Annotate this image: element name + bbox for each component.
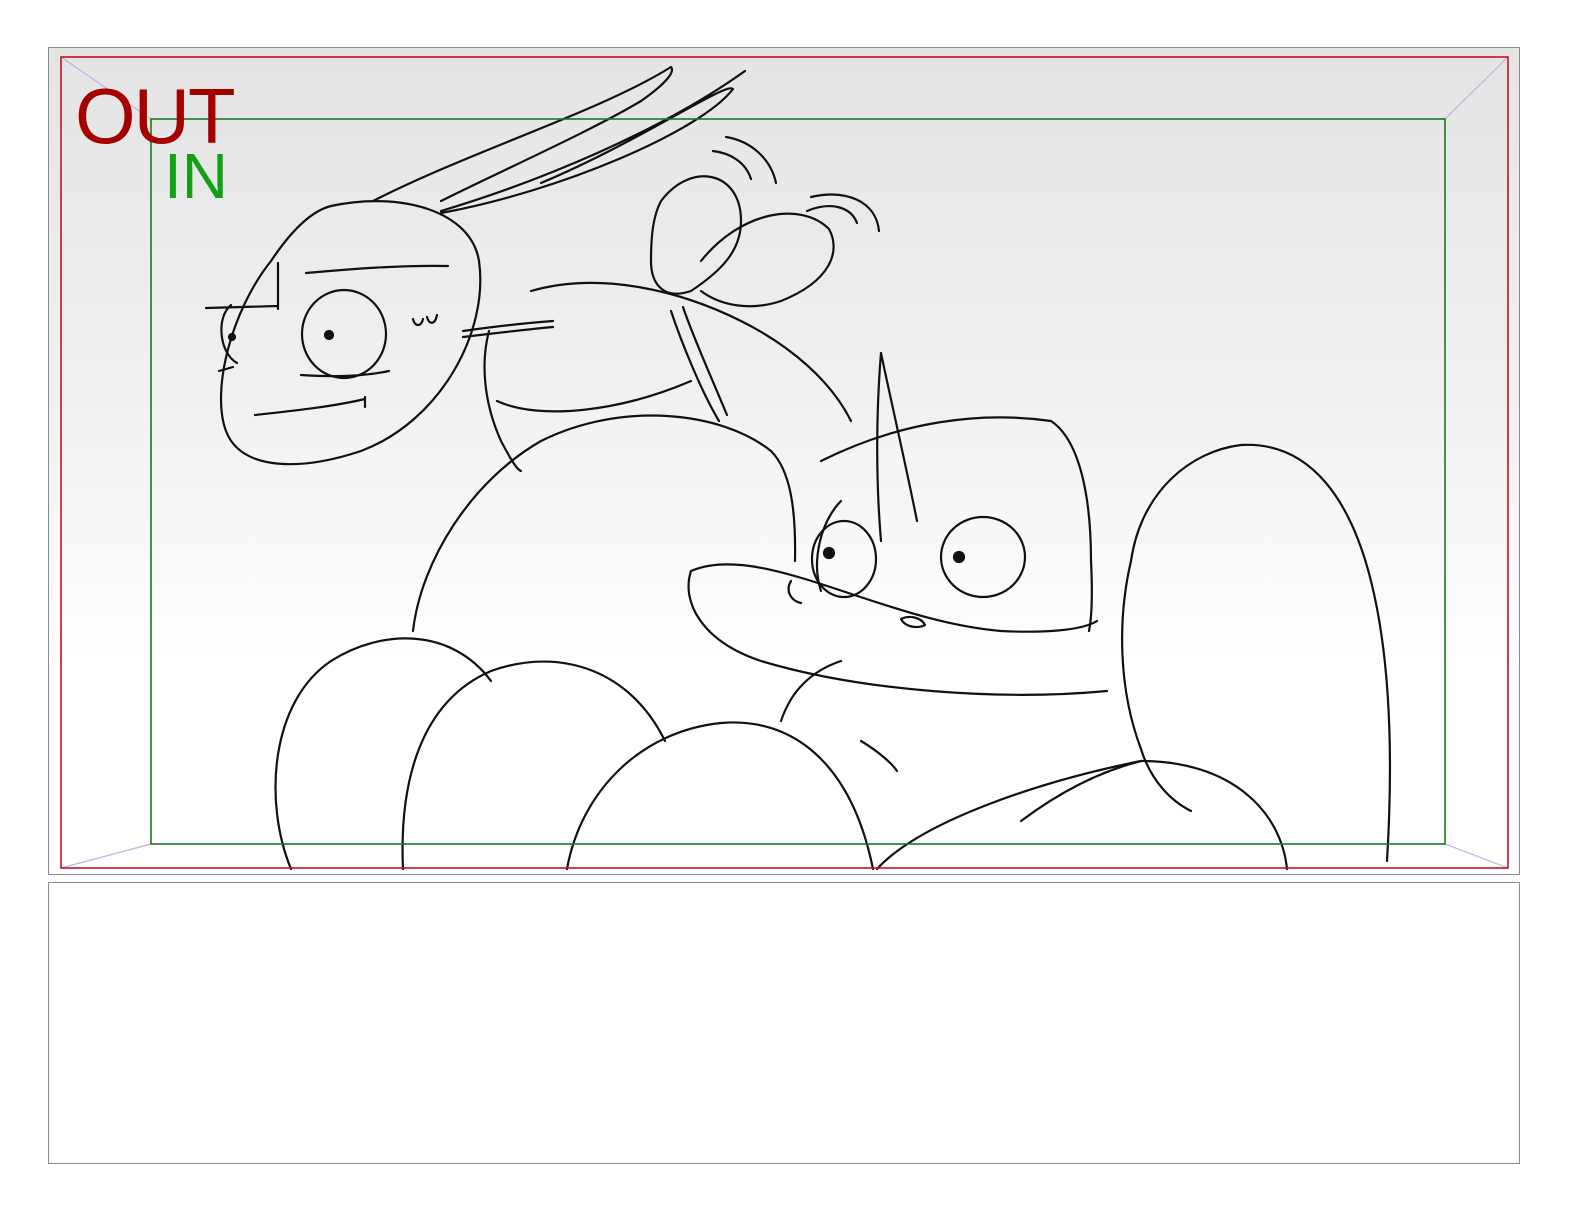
- sketch-canvas: [60, 56, 1509, 871]
- outer-safe-frame: [60, 56, 1509, 869]
- right-character-pupil-right: [952, 550, 966, 564]
- right-character-horn: [876, 351, 919, 543]
- foreground-bump-3: [565, 721, 875, 871]
- back-top-curve: [529, 281, 853, 423]
- left-brow: [304, 264, 450, 275]
- inner-safe-label: IN: [164, 140, 228, 212]
- panel-notes-box[interactable]: [48, 882, 1520, 1164]
- antenna-stroke-1: [371, 65, 674, 203]
- left-character-mouth: [253, 395, 367, 417]
- inner-safe-frame: [150, 118, 1446, 845]
- left-brow-side: [204, 261, 280, 311]
- motion-marks-right: [805, 193, 881, 233]
- midground-strokes: [779, 659, 899, 773]
- corner-guides: [60, 56, 1509, 869]
- storyboard-panel: OUT IN: [48, 47, 1520, 875]
- right-arm-inner: [1121, 559, 1193, 813]
- right-character-chin-ring: [687, 569, 1109, 696]
- corner-guide-bottom-right: [1444, 843, 1509, 869]
- left-cheek-line: [299, 369, 391, 378]
- left-character-side-pupil: [227, 332, 237, 342]
- right-character-jaw: [689, 563, 1099, 633]
- right-arm-blob: [1129, 443, 1392, 863]
- right-character-mouth: [899, 615, 927, 629]
- sweat-marks: [411, 313, 439, 327]
- right-character-pupil-left: [822, 546, 836, 560]
- right-face-side: [815, 499, 843, 593]
- left-character-eye: [300, 288, 388, 380]
- strap-lines: [669, 305, 729, 423]
- corner-guide-top-right: [1444, 56, 1509, 120]
- antenna-stroke-2: [439, 69, 747, 215]
- right-ear-stub: [787, 579, 803, 605]
- back-left-curve: [483, 329, 523, 473]
- shoulder-mass: [411, 414, 797, 633]
- foreground-bump-4: [875, 759, 1289, 871]
- left-character-head: [219, 200, 482, 466]
- motion-marks-top: [711, 135, 778, 185]
- back-mid-curve: [495, 379, 693, 413]
- bow-right-loop: [699, 212, 835, 308]
- right-character-eye-left: [810, 519, 878, 599]
- right-character-head: [819, 416, 1093, 633]
- stick-in-head: [461, 319, 555, 339]
- midground-stroke-right: [1019, 759, 1143, 823]
- foreground-bump-1: [274, 637, 493, 871]
- corner-guide-bottom-left: [60, 843, 152, 869]
- sketch-drawing: [204, 65, 1392, 871]
- left-character-pupil: [323, 329, 335, 341]
